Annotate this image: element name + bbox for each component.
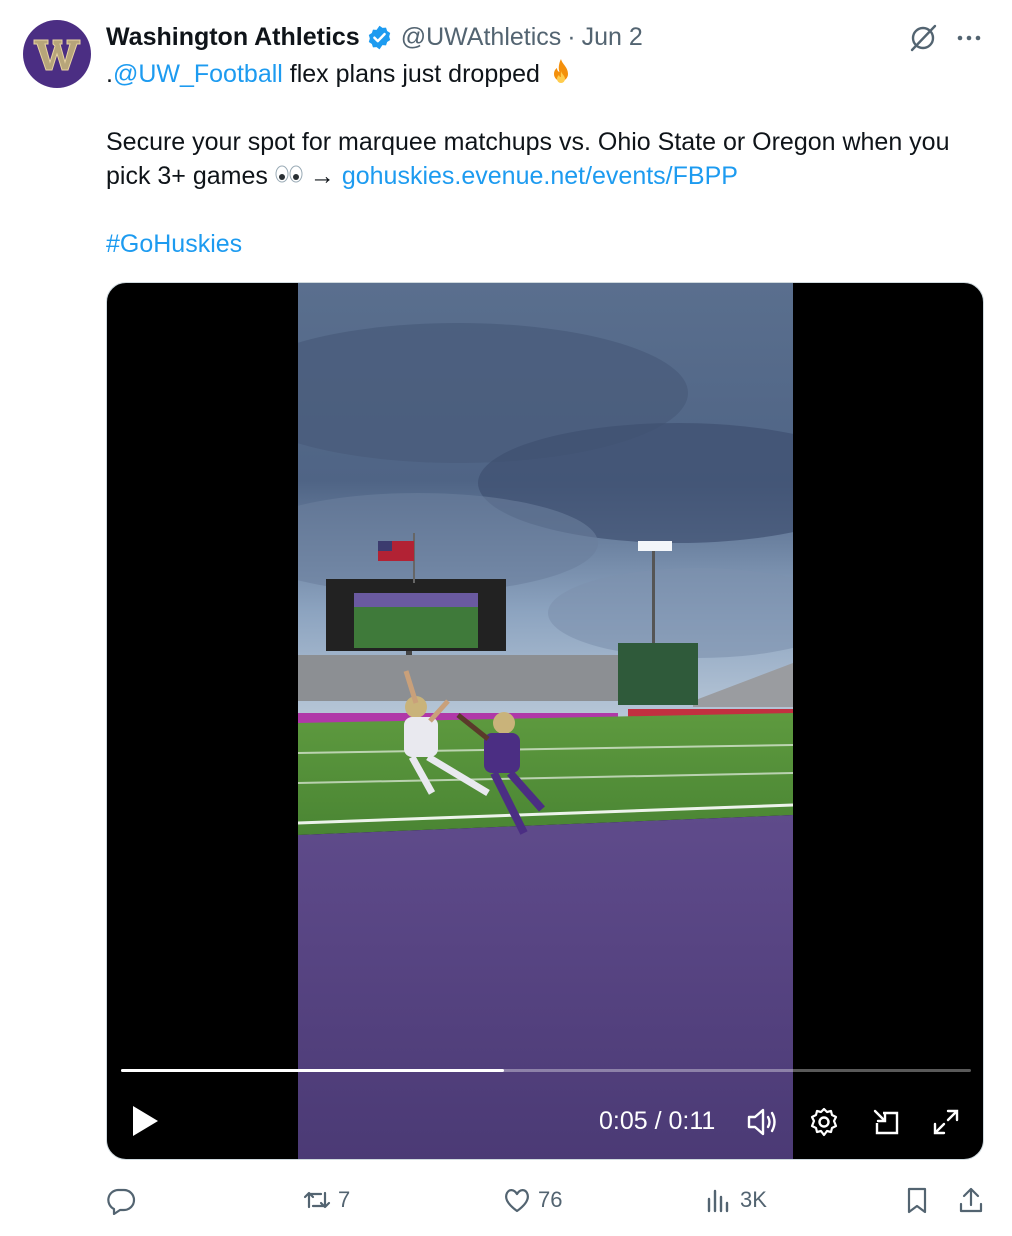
tweet-header: Washington Athletics @UWAthletics · Jun …	[106, 20, 643, 54]
tweet-line-2: Secure your spot for marquee matchups vs…	[106, 128, 950, 156]
text-prefix: .	[106, 60, 113, 88]
grok-icon[interactable]	[907, 22, 939, 54]
reply-button[interactable]	[106, 1180, 142, 1220]
text-segment: pick 3+ games	[106, 162, 268, 190]
separator-dot: ·	[567, 22, 576, 51]
pip-icon[interactable]	[869, 1105, 903, 1139]
views-button[interactable]: 3K	[704, 1180, 767, 1220]
bookmark-icon	[907, 1187, 927, 1214]
video-progress-bar[interactable]	[121, 1069, 971, 1072]
video-still	[298, 283, 793, 1159]
husky-w-logo	[33, 39, 81, 71]
verified-badge-icon	[366, 24, 393, 51]
play-icon[interactable]	[129, 1103, 161, 1139]
retweet-count: 7	[338, 1187, 351, 1212]
tweet-line-1: .@UW_Football flex plans just dropped	[106, 57, 996, 91]
share-button[interactable]	[956, 1180, 986, 1220]
volume-icon[interactable]	[745, 1105, 779, 1139]
avatar[interactable]	[23, 20, 91, 88]
event-link[interactable]: gohuskies.evenue.net/events/FBPP	[342, 162, 738, 190]
bookmark-button[interactable]	[902, 1180, 932, 1220]
author-handle[interactable]: @UWAthletics	[401, 23, 562, 52]
retweet-button[interactable]: 7	[302, 1180, 350, 1220]
heart-icon	[505, 1189, 529, 1213]
like-count: 76	[538, 1187, 563, 1212]
fire-emoji-icon	[546, 57, 576, 87]
hashtag-link[interactable]: #GoHuskies	[106, 227, 996, 261]
like-button[interactable]: 76	[502, 1180, 562, 1220]
video-frame[interactable]	[298, 283, 793, 1159]
reply-icon	[107, 1188, 136, 1215]
display-name[interactable]: Washington Athletics	[106, 23, 360, 52]
current-time: 0:05	[599, 1107, 648, 1135]
tweet-line-3: pick 3+ games → gohuskies.evenue.net/even…	[106, 159, 996, 193]
retweet-icon	[303, 1191, 331, 1209]
views-count: 3K	[740, 1187, 767, 1212]
video-player[interactable]: 0:05 / 0:11	[106, 282, 984, 1160]
video-progress-fill	[121, 1069, 504, 1072]
settings-gear-icon[interactable]	[807, 1105, 841, 1139]
mention-link[interactable]: @UW_Football	[113, 60, 283, 88]
more-options-icon[interactable]	[953, 22, 985, 54]
video-time: 0:05 / 0:11	[599, 1103, 715, 1139]
views-chart-icon	[707, 1189, 729, 1213]
text-segment: flex plans just dropped	[282, 60, 540, 88]
tweet-date[interactable]: Jun 2	[582, 23, 643, 52]
arrow-text: →	[309, 162, 342, 190]
duration: 0:11	[668, 1107, 716, 1135]
action-bar: 7 76 3K	[106, 1180, 986, 1220]
tweet-text: .@UW_Football flex plans just dropped Se…	[106, 57, 996, 261]
share-icon	[959, 1187, 983, 1213]
eyes-emoji-icon	[274, 159, 304, 183]
fullscreen-icon[interactable]	[929, 1105, 963, 1139]
time-separator: /	[647, 1107, 669, 1135]
